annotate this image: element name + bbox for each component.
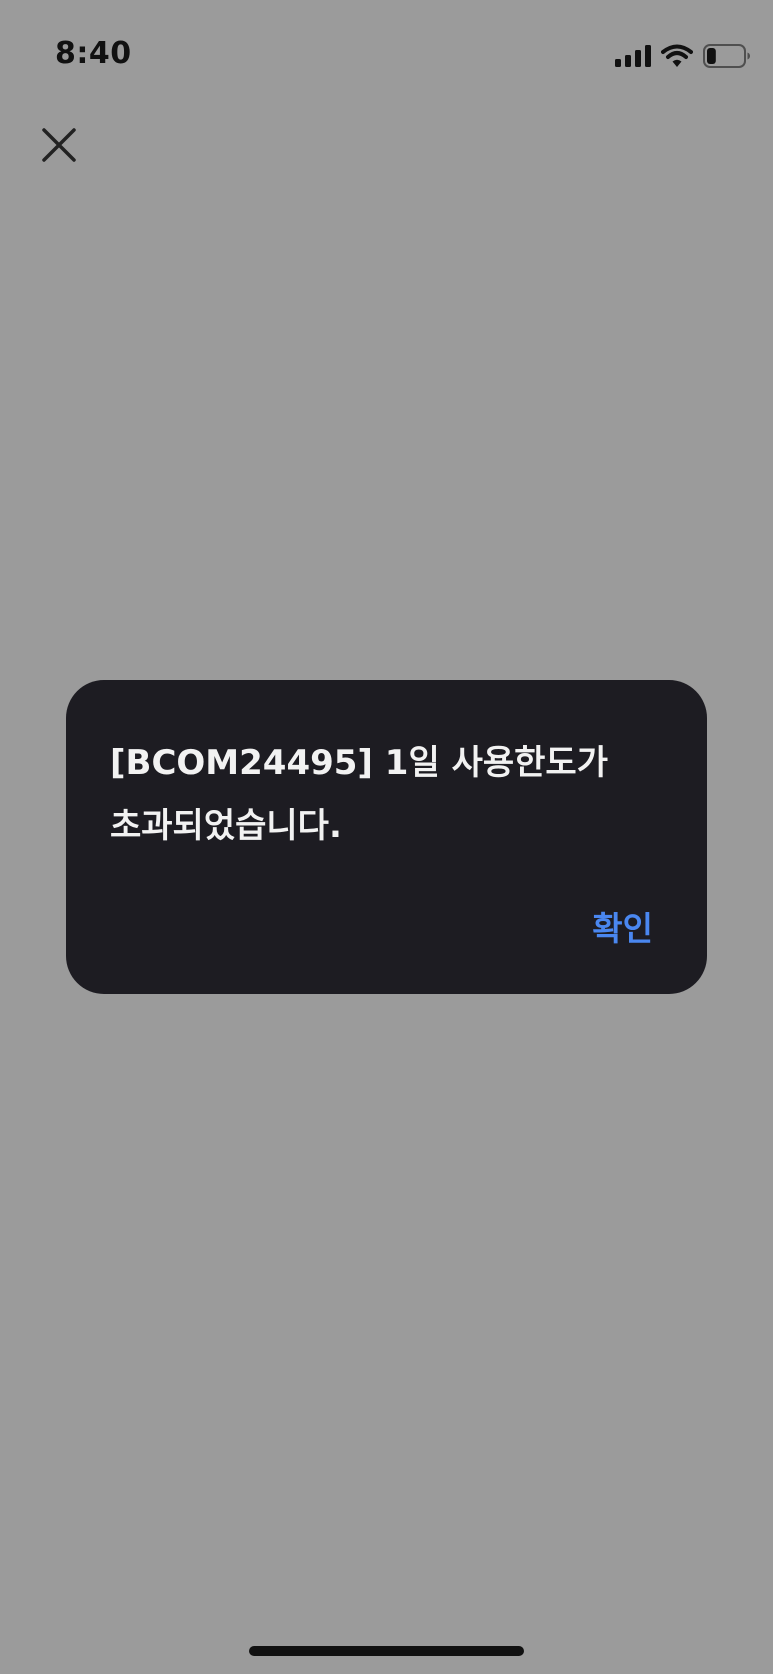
- cellular-signal-icon: [615, 45, 651, 67]
- close-button[interactable]: [34, 122, 84, 172]
- home-indicator[interactable]: [249, 1646, 524, 1656]
- alert-dialog: [BCOM24495] 1일 사용한도가 초과되었습니다. 확인: [66, 680, 707, 994]
- status-time: 8:40: [55, 36, 132, 71]
- close-icon: [41, 127, 77, 167]
- status-bar: 8:40: [0, 0, 773, 110]
- dialog-message: [BCOM24495] 1일 사용한도가 초과되었습니다.: [110, 743, 608, 846]
- status-icons: [615, 40, 751, 72]
- wifi-icon: [661, 44, 693, 68]
- confirm-button[interactable]: 확인: [592, 902, 653, 950]
- battery-icon: [703, 44, 751, 68]
